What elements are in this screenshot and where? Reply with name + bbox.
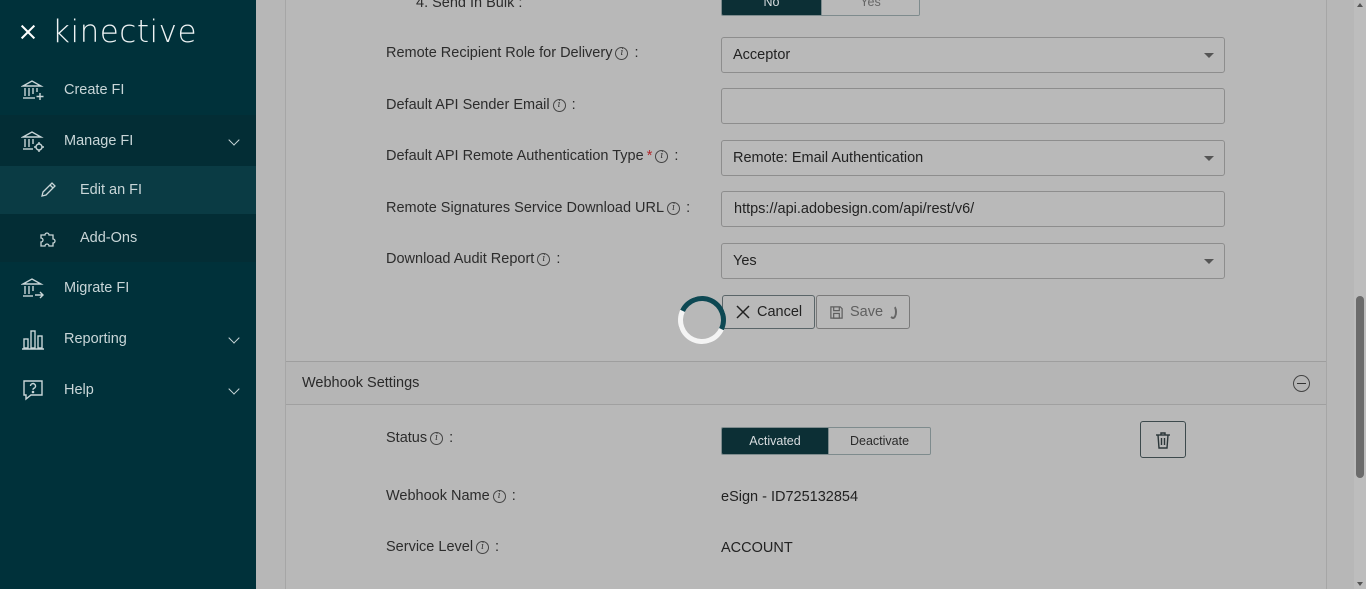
info-icon[interactable]: i [537,252,551,266]
sidebar-item-create-fi[interactable]: Create FI [0,64,256,115]
send-bulk-label: 4. Send In Bulk : [416,0,523,11]
puzzle-icon [38,228,58,248]
dropdown-caret-icon [1204,156,1214,161]
info-icon[interactable]: i [492,489,506,503]
download-url-label: Remote Signatures Service Download URL i… [386,200,691,216]
auth-type-select[interactable]: Remote: Email Authentication [721,140,1225,176]
sidebar: kinective Create FI Manage FI Edit an FI… [0,0,256,589]
close-icon [735,304,751,320]
audit-report-label: Download Audit Report i: [386,251,561,267]
bank-plus-icon [20,77,46,103]
sidebar-item-reporting[interactable]: Reporting [0,313,256,364]
webhook-name-label: Webhook Name i: [386,488,516,504]
status-activated[interactable]: Activated [722,428,828,454]
delete-webhook-button[interactable] [1140,421,1186,458]
collapse-icon[interactable] [1293,375,1310,392]
info-icon[interactable]: i [476,540,490,554]
main-content: 4. Send In Bulk : No Yes Remote Recipien… [256,0,1354,589]
scroll-thumb[interactable] [1356,296,1364,478]
webhook-settings-header[interactable]: Webhook Settings [286,361,1326,405]
sidebar-item-label: Create FI [64,81,125,98]
webhook-status-toggle[interactable]: Activated Deactivate [721,427,931,455]
chevron-down-icon [228,134,240,146]
sidebar-item-help[interactable]: Help [0,364,256,415]
status-deactivate[interactable]: Deactivate [828,428,930,454]
sidebar-item-label: Migrate FI [64,279,130,296]
trash-icon [1155,431,1171,449]
settings-card: 4. Send In Bulk : No Yes Remote Recipien… [285,0,1327,589]
info-icon[interactable]: i [430,431,444,445]
sidebar-item-edit-fi[interactable]: Edit an FI [0,166,256,214]
sender-email-input[interactable] [721,88,1225,124]
sidebar-item-label: Reporting [64,330,127,347]
download-url-input[interactable]: https://api.adobesign.com/api/rest/v6/ [721,191,1225,227]
logo: kinective [52,14,198,50]
sidebar-item-manage-fi[interactable]: Manage FI [0,115,256,166]
sidebar-item-add-ons[interactable]: Add-Ons [0,214,256,262]
auth-type-label: Default API Remote Authentication Type *… [386,148,679,164]
sidebar-item-label: Add-Ons [80,230,138,246]
remote-role-label: Remote Recipient Role for Delivery i: [386,45,639,61]
dropdown-caret-icon [1204,53,1214,58]
info-icon[interactable]: i [552,98,566,112]
bank-arrow-icon [20,275,46,301]
info-icon[interactable]: i [655,149,669,163]
service-level-label: Service Level i: [386,539,500,555]
send-bulk-no[interactable]: No [722,0,821,15]
sidebar-item-migrate-fi[interactable]: Migrate FI [0,262,256,313]
loading-icon [889,305,897,319]
send-bulk-toggle[interactable]: No Yes [721,0,920,16]
scroll-down-icon[interactable] [1357,582,1363,586]
bar-chart-icon [20,326,46,352]
audit-report-select[interactable]: Yes [721,243,1225,279]
sidebar-item-label: Edit an FI [80,182,143,198]
service-level-value: ACCOUNT [721,540,793,556]
dropdown-caret-icon [1204,259,1214,264]
scroll-up-icon[interactable] [1357,3,1363,7]
info-icon[interactable]: i [615,46,629,60]
sidebar-group-manage-fi: Manage FI Edit an FI Add-Ons [0,115,256,262]
sidebar-header: kinective [0,0,256,64]
sidebar-item-label: Manage FI [64,132,134,149]
vertical-scrollbar[interactable] [1354,0,1366,589]
save-icon [829,305,844,320]
required-marker: * [646,148,653,164]
sender-email-label: Default API Sender Email i: [386,97,576,113]
send-bulk-yes[interactable]: Yes [821,0,919,15]
close-icon[interactable] [18,22,38,42]
remote-role-select[interactable]: Acceptor [721,37,1225,73]
webhook-status-label: Status i: [386,430,454,446]
cancel-button[interactable]: Cancel [722,295,816,329]
sidebar-item-label: Help [64,381,94,398]
chevron-down-icon [228,332,240,344]
bank-gear-icon [20,128,46,154]
info-icon[interactable]: i [667,201,681,215]
save-button[interactable]: Save [816,295,910,329]
webhook-name-value: eSign - ID725132854 [721,489,859,505]
chevron-down-icon [228,383,240,395]
pencil-icon [38,180,58,200]
help-bubble-icon [20,377,46,403]
